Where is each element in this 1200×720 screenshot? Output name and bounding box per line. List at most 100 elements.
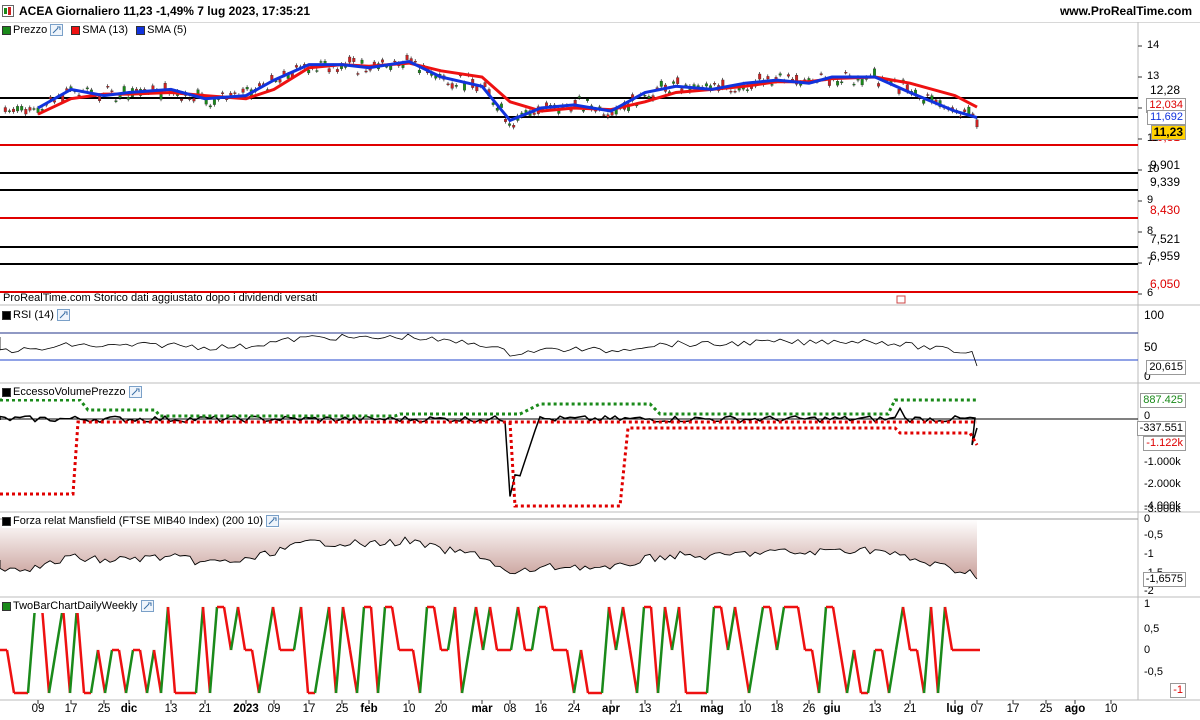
- price-candle: [836, 81, 840, 86]
- twobar-segment: [817, 606, 828, 694]
- price-candle: [327, 68, 331, 73]
- price-candle: [126, 97, 130, 100]
- price-candle: [188, 98, 192, 100]
- twobar-segment: [369, 606, 380, 694]
- price-candle: [786, 74, 790, 77]
- twobar-segment: [271, 606, 282, 651]
- x-axis-label: giu: [823, 703, 841, 715]
- x-axis-label: 18: [770, 703, 784, 715]
- twobar-segment: [845, 649, 856, 694]
- twobar-segment: [488, 606, 499, 651]
- x-axis-label: dic: [120, 703, 138, 715]
- x-axis-label: 10: [1104, 703, 1118, 715]
- x-axis-label: 17: [64, 703, 78, 715]
- twobar-segment: [89, 649, 100, 694]
- price-candle: [381, 59, 384, 63]
- price-candle: [581, 110, 585, 112]
- price-candle: [3, 107, 7, 112]
- x-axis-label: 17: [302, 703, 316, 715]
- x-axis-label: 25: [97, 703, 111, 715]
- price-candle: [12, 108, 15, 112]
- x-axis-label: 21: [669, 703, 683, 715]
- twobar-segment: [894, 606, 905, 651]
- twobar-segment: [733, 606, 744, 651]
- price-candle: [85, 87, 89, 90]
- sma13-label: SMA (13): [82, 24, 129, 36]
- twobar-tick-label: -0,5: [1144, 666, 1163, 678]
- price-tick-label: 14: [1147, 39, 1160, 51]
- price-tick-label: 9: [1147, 194, 1154, 206]
- price-candle: [877, 83, 881, 87]
- twobar-segment: [635, 606, 646, 694]
- x-axis-label: 20: [434, 703, 448, 715]
- twobar-segment: [726, 606, 737, 651]
- wrench-icon[interactable]: [140, 600, 154, 612]
- event-marker-icon: [896, 295, 906, 304]
- price-candle: [446, 83, 450, 86]
- evp-header: EccessoVolumePrezzo: [2, 385, 142, 399]
- twobar-title: TwoBarChartDailyWeekly: [13, 600, 138, 612]
- level-label: 6,959: [1149, 249, 1180, 263]
- price-candle: [606, 114, 610, 118]
- price-candle: [508, 123, 512, 126]
- x-axis-label: mar: [471, 703, 493, 715]
- twobar-segment: [348, 649, 359, 694]
- twobar-segment: [341, 606, 352, 651]
- price-candle: [873, 68, 876, 76]
- price-tick-label: 10: [1147, 163, 1160, 175]
- twobar-tick-label: 0: [1144, 644, 1151, 656]
- x-axis-label: 07: [970, 703, 984, 715]
- price-candle: [926, 94, 930, 96]
- price-candle: [454, 85, 458, 87]
- twobar-segment: [250, 649, 261, 694]
- price-candle: [180, 98, 184, 101]
- price-candle: [258, 83, 261, 87]
- sma5-swatch-icon: [136, 25, 146, 35]
- x-axis-label: feb: [360, 703, 378, 715]
- price-candle: [922, 100, 926, 104]
- price-candle: [959, 115, 963, 118]
- twobar-segment: [516, 606, 527, 651]
- mansfield-fill: [0, 519, 977, 579]
- wrench-icon[interactable]: [56, 309, 70, 321]
- data-note: ProRealTime.com Storico dati aggiustato …: [3, 292, 318, 304]
- price-candle: [963, 109, 967, 112]
- sma5-label: SMA (5): [147, 24, 187, 36]
- x-axis-label: 10: [402, 703, 416, 715]
- price-candle: [450, 83, 454, 89]
- twobar-segment: [887, 649, 898, 694]
- twobar-segment: [579, 649, 590, 694]
- evp-lower-band: [0, 420, 979, 508]
- x-axis-label: 16: [534, 703, 548, 715]
- twobar-segment: [222, 606, 233, 651]
- price-tick-label: 13: [1147, 70, 1160, 82]
- x-axis-label: mag: [700, 703, 724, 715]
- price-candle: [413, 61, 417, 63]
- chart-canvas[interactable]: [0, 0, 1200, 720]
- x-axis-label: 13: [638, 703, 652, 715]
- sma5-line: [37, 59, 978, 123]
- price-tag: 11,23: [1150, 125, 1186, 140]
- price-candle: [967, 106, 971, 115]
- sma13-swatch-icon: [71, 25, 81, 35]
- price-candle: [713, 83, 717, 85]
- rsi-swatch-icon: [2, 310, 11, 320]
- wrench-icon[interactable]: [266, 515, 280, 527]
- price-tag: 11,692: [1147, 110, 1186, 125]
- price-candle: [504, 119, 507, 122]
- twobar-segment: [866, 649, 877, 694]
- price-candle: [729, 91, 733, 93]
- twobar-segment: [334, 606, 345, 694]
- twobar-segment: [670, 606, 681, 651]
- wrench-icon[interactable]: [128, 386, 142, 398]
- price-candle: [844, 71, 848, 74]
- price-label: Prezzo: [13, 24, 48, 36]
- price-candle: [192, 98, 196, 102]
- evp-tag: 887.425: [1140, 393, 1186, 408]
- price-candle: [852, 83, 856, 86]
- twobar-segment: [607, 606, 618, 651]
- wrench-icon[interactable]: [50, 24, 64, 36]
- price-candle: [7, 110, 11, 112]
- price-candle: [212, 99, 216, 105]
- evp-tag: -1.122k: [1143, 436, 1186, 451]
